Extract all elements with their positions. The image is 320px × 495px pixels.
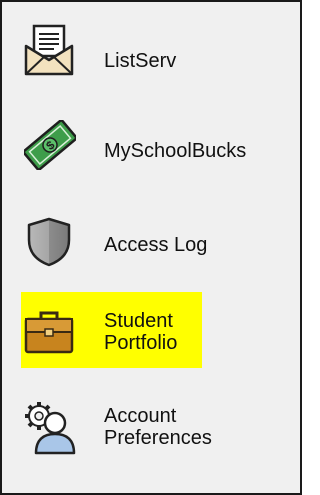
menu-item-student-portfolio[interactable]: Student Portfolio xyxy=(2,302,300,368)
menu-item-label: Access Log xyxy=(104,234,208,256)
menu-item-label-wrap: Student Portfolio xyxy=(104,310,178,354)
menu-item-myschoolbucks[interactable]: $ MySchoolBucks xyxy=(2,116,300,176)
menu-item-label-line: Preferences xyxy=(104,427,212,449)
user-gear-icon xyxy=(24,401,76,455)
menu-item-label-line: Account xyxy=(104,405,177,427)
shield-icon xyxy=(24,216,74,267)
menu-item-label-line: Student xyxy=(104,310,178,332)
menu-item-label: ListServ xyxy=(104,50,177,72)
menu-item-label-wrap: Account Preferences xyxy=(104,405,212,449)
menu-item-label: MySchoolBucks xyxy=(104,140,247,162)
menu-item-label-line: Portfolio xyxy=(104,332,178,354)
menu-item-access-log[interactable]: Access Log xyxy=(2,212,300,272)
menu-panel: ListServ $ MySchoolBucks Access Log Stud… xyxy=(0,0,302,495)
menu-item-listserv[interactable]: ListServ xyxy=(2,22,300,82)
menu-item-account-preferences[interactable]: Account Preferences xyxy=(2,397,300,463)
envelope-letter-icon xyxy=(24,24,74,76)
briefcase-icon xyxy=(24,310,74,360)
money-bill-icon: $ xyxy=(24,120,76,170)
